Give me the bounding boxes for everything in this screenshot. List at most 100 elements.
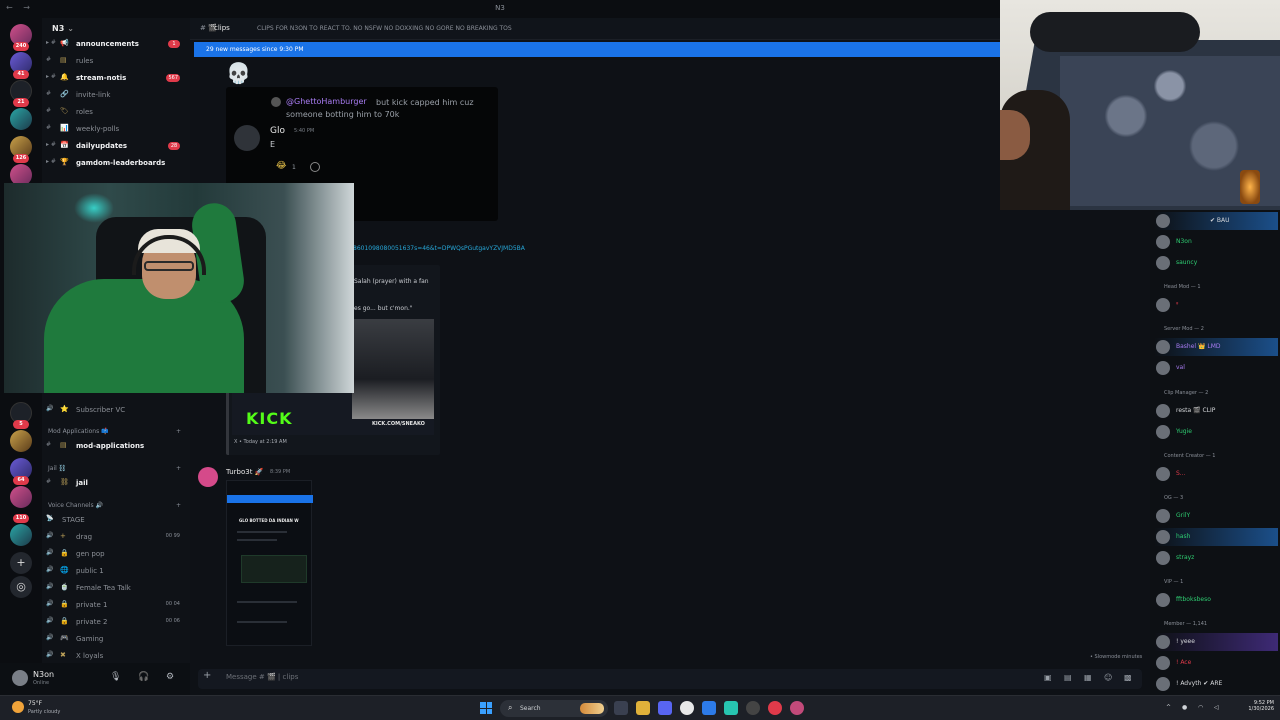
volume-icon[interactable]: ◁ bbox=[1214, 704, 1219, 711]
voice-channel[interactable]: 🔊 🍵 Female Tea Talk bbox=[46, 580, 186, 596]
voice-channel[interactable]: 🔊 🔒 private 1 00 04 bbox=[46, 597, 186, 613]
add-server-icon[interactable]: + bbox=[10, 552, 32, 574]
channel-item[interactable]: # 🔗 invite-link bbox=[46, 87, 186, 103]
message-author[interactable]: Turbo3t 🚀 bbox=[226, 468, 263, 476]
member-item[interactable]: val bbox=[1154, 359, 1278, 377]
member-name: Bashel 👑 LMD bbox=[1176, 343, 1221, 350]
avatar[interactable] bbox=[12, 670, 28, 686]
avatar bbox=[234, 125, 260, 151]
channel-item[interactable]: ▸ # 📢 announcements 1 bbox=[46, 36, 186, 52]
member-item[interactable]: N3on bbox=[1154, 233, 1278, 251]
message-input[interactable] bbox=[198, 669, 1142, 689]
windows-start-icon[interactable] bbox=[480, 702, 492, 714]
plus-icon[interactable]: + bbox=[176, 428, 181, 435]
category-jail[interactable]: Jail ⛓️ + bbox=[48, 465, 181, 472]
category-voice[interactable]: Voice Channels 🔊 + bbox=[48, 502, 181, 509]
explore-icon[interactable]: ◎ bbox=[10, 576, 32, 598]
apps-icon[interactable]: ▩ bbox=[1124, 673, 1132, 682]
member-item[interactable]: ᵍ bbox=[1154, 296, 1278, 314]
weather-temp[interactable]: 75°F bbox=[28, 700, 42, 707]
member-item[interactable]: hash bbox=[1154, 528, 1278, 546]
server-icon[interactable] bbox=[10, 486, 32, 508]
member-item[interactable]: ! Ace bbox=[1154, 654, 1278, 672]
avatar bbox=[1156, 404, 1170, 418]
server-icon[interactable] bbox=[10, 108, 32, 130]
plus-icon[interactable]: + bbox=[176, 502, 181, 509]
screenshot-line bbox=[237, 531, 287, 533]
wifi-icon[interactable]: ◠ bbox=[1198, 704, 1203, 711]
server-icon[interactable] bbox=[10, 430, 32, 452]
member-item[interactable]: ! Advyth ✔ ARE bbox=[1154, 675, 1278, 693]
task-view-icon[interactable] bbox=[614, 701, 628, 715]
channel-item[interactable]: # 📊 weekly-polls bbox=[46, 121, 186, 137]
screenshot-attachment[interactable]: GLO BOTTED DA INDIAN W bbox=[226, 480, 313, 646]
list-icon: ▤ bbox=[60, 441, 67, 449]
voice-channel[interactable]: 🔊 🔒 gen pop bbox=[46, 546, 186, 562]
voice-channel[interactable]: 🔊 🌐 public 1 bbox=[46, 563, 186, 579]
todo-icon[interactable] bbox=[702, 701, 716, 715]
channel-label: mod-applications bbox=[76, 442, 145, 450]
member-item[interactable]: sauncy bbox=[1154, 254, 1278, 272]
user-status: Online bbox=[33, 680, 50, 686]
category-label: Voice Channels 🔊 bbox=[48, 502, 104, 509]
headphones-icon[interactable]: 🎧 bbox=[138, 672, 149, 682]
member-item[interactable]: resta 🎬 CLIP bbox=[1154, 402, 1278, 420]
voice-channel[interactable]: 🔊 🔒 private 2 00 06 bbox=[46, 614, 186, 630]
server-name[interactable]: N3 ⌄ bbox=[52, 24, 74, 33]
add-reaction-icon[interactable] bbox=[310, 162, 320, 172]
channel-topic[interactable]: CLIPS FOR N3ON TO REACT TO. NO NSFW NO D… bbox=[257, 25, 512, 32]
member-item[interactable]: GrilY bbox=[1154, 507, 1278, 525]
member-item[interactable]: strayz bbox=[1154, 549, 1278, 567]
channel-item[interactable]: ▸ # 🏆 gamdom-leaderboards bbox=[46, 155, 186, 171]
hash-icon: # bbox=[46, 124, 52, 131]
gift-icon[interactable]: ▣ bbox=[1044, 673, 1052, 682]
add-attachment-icon[interactable]: + bbox=[203, 670, 211, 681]
speaker-icon: 🔊 bbox=[46, 617, 54, 624]
chrome-profile-icon[interactable] bbox=[790, 701, 804, 715]
voice-channel[interactable]: 📡 STAGE bbox=[46, 512, 186, 528]
channel-item[interactable]: # ▤ mod-applications bbox=[46, 438, 186, 454]
sticker-icon[interactable]: ▦ bbox=[1084, 673, 1092, 682]
gear-icon[interactable]: ⚙ bbox=[166, 672, 174, 682]
app-icon[interactable] bbox=[724, 701, 738, 715]
member-item[interactable]: ! yeee bbox=[1154, 633, 1278, 651]
voice-channel[interactable]: 🔊 + drag 00 99 bbox=[46, 529, 186, 545]
member-category: Head Mod — 1 bbox=[1164, 284, 1201, 290]
tray-app-icon[interactable]: ● bbox=[1182, 704, 1187, 711]
voice-channel[interactable]: 🔊 ✖ X loyals bbox=[46, 648, 186, 664]
channel-item[interactable]: # 🏷 roles bbox=[46, 104, 186, 120]
file-explorer-icon[interactable] bbox=[636, 701, 650, 715]
avatar[interactable] bbox=[198, 467, 218, 487]
chrome-profile-icon[interactable] bbox=[768, 701, 782, 715]
discord-icon[interactable] bbox=[658, 701, 672, 715]
skull-emoji-message: 💀 bbox=[226, 61, 251, 85]
member-item[interactable]: fftboksbeso bbox=[1154, 591, 1278, 609]
voice-channel[interactable]: 🔊 🎮 Gaming bbox=[46, 631, 186, 647]
chrome-icon[interactable] bbox=[680, 701, 694, 715]
plus-icon[interactable]: + bbox=[176, 465, 181, 472]
obs-icon[interactable] bbox=[746, 701, 760, 715]
member-item[interactable]: Bashel 👑 LMD bbox=[1154, 338, 1278, 356]
microphone-icon[interactable]: 🎙 bbox=[110, 672, 121, 682]
emoji-icon[interactable]: ☺ bbox=[1104, 673, 1112, 682]
tray-chevron-icon[interactable]: ^ bbox=[1166, 704, 1171, 711]
weather-icon[interactable] bbox=[12, 701, 24, 713]
message-link[interactable]: 8601098080051637s=46&t=DPWQsPGutgavYZVJM… bbox=[353, 245, 525, 252]
member-item[interactable]: S... bbox=[1154, 465, 1278, 483]
category-mod-applications[interactable]: Mod Applications 📫 + bbox=[48, 428, 181, 435]
clock[interactable]: 9:52 PM 1/30/2026 bbox=[1238, 700, 1274, 712]
new-messages-bar[interactable]: 29 new messages since 9:30 PM bbox=[194, 42, 1000, 57]
gif-icon[interactable]: ▤ bbox=[1064, 673, 1072, 682]
channel-item[interactable]: ▸ # 🔔 stream-notis 567 bbox=[46, 70, 186, 86]
channel-label: X loyals bbox=[76, 652, 104, 660]
speaker-icon: 🔊 bbox=[46, 566, 54, 573]
member-item[interactable]: Yugie bbox=[1154, 423, 1278, 441]
channel-item[interactable]: ▸ # 📅 dailyupdates 28 bbox=[46, 138, 186, 154]
laugh-reaction-icon[interactable]: 😂 bbox=[276, 161, 287, 171]
channel-item[interactable]: 🔊 ⭐ Subscriber VC bbox=[46, 402, 186, 418]
taskbar-search[interactable]: ⌕ Search bbox=[500, 700, 608, 717]
channel-item[interactable]: # ⛓ jail bbox=[46, 475, 186, 491]
channel-item[interactable]: # ▤ rules bbox=[46, 53, 186, 69]
member-item[interactable]: ✔ BAU bbox=[1154, 212, 1278, 230]
server-icon[interactable] bbox=[10, 524, 32, 546]
